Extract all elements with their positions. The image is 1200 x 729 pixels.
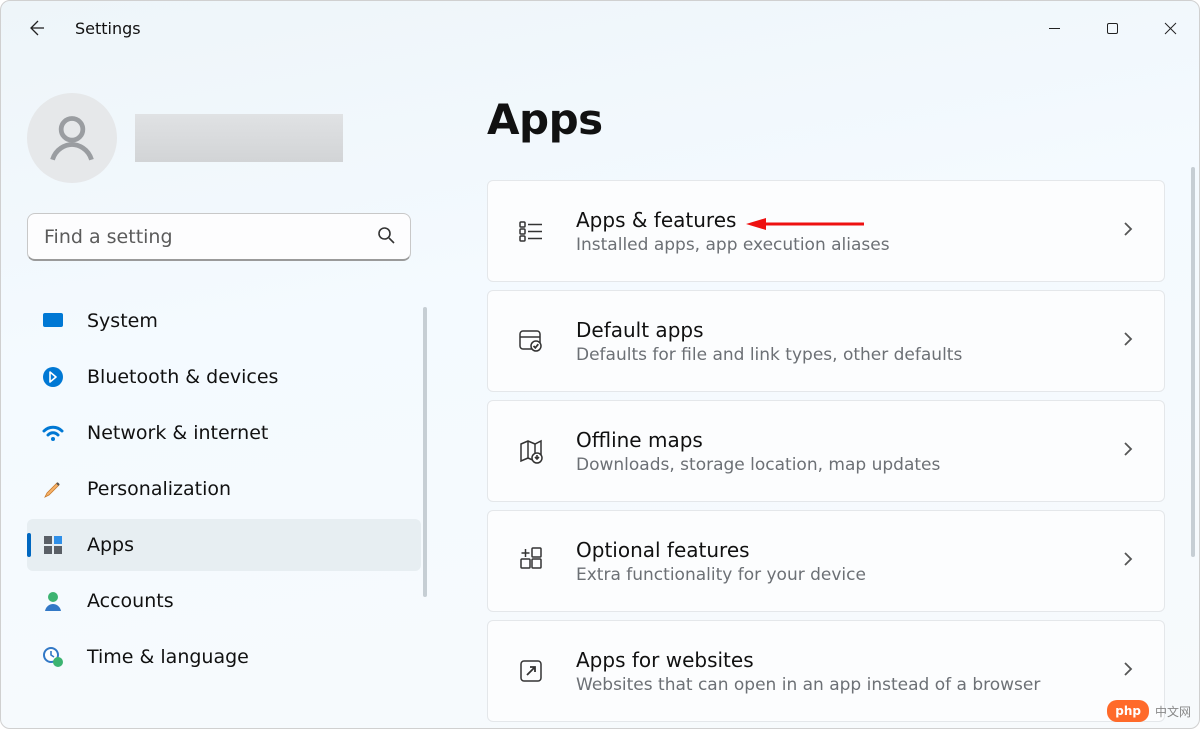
back-button[interactable] — [25, 17, 47, 39]
sidebar-item-label: System — [87, 310, 158, 332]
sidebar-item-label: Personalization — [87, 478, 231, 500]
sidebar-item-apps[interactable]: Apps — [27, 519, 421, 571]
bluetooth-icon — [41, 365, 65, 389]
sidebar-item-time-language[interactable]: Time & language — [27, 631, 421, 683]
sidebar-item-label: Network & internet — [87, 422, 268, 444]
sidebar-item-label: Accounts — [87, 590, 174, 612]
sidebar-nav: System Bluetooth & devices Network & int… — [27, 295, 421, 683]
sidebar-item-personalization[interactable]: Personalization — [27, 463, 421, 515]
card-title: Offline maps — [576, 428, 1090, 452]
sidebar-item-label: Bluetooth & devices — [87, 366, 278, 388]
system-icon — [41, 309, 65, 333]
optional-features-icon — [516, 546, 546, 576]
accounts-icon — [41, 589, 65, 613]
titlebar — [1, 1, 1199, 55]
main-scrollbar[interactable] — [1191, 167, 1195, 557]
card-default-apps[interactable]: Default apps Defaults for file and link … — [487, 290, 1165, 392]
maximize-button[interactable] — [1083, 8, 1141, 48]
card-title: Apps for websites — [576, 648, 1090, 672]
minimize-button[interactable] — [1025, 8, 1083, 48]
app-title: Settings — [75, 19, 141, 38]
card-body: Offline maps Downloads, storage location… — [576, 428, 1090, 475]
offline-maps-icon — [516, 436, 546, 466]
sidebar-item-accounts[interactable]: Accounts — [27, 575, 421, 627]
card-subtitle: Downloads, storage location, map updates — [576, 455, 1090, 475]
main-panel: Apps Apps & features Installed apps, app… — [431, 71, 1199, 728]
card-body: Apps for websites Websites that can open… — [576, 648, 1090, 695]
watermark-badge: php — [1107, 700, 1149, 722]
card-body: Apps & features Installed apps, app exec… — [576, 208, 1090, 255]
brush-icon — [41, 477, 65, 501]
card-subtitle: Websites that can open in an app instead… — [576, 675, 1090, 695]
profile-section[interactable] — [27, 93, 421, 183]
watermark: php 中文网 — [1107, 700, 1191, 722]
card-subtitle: Installed apps, app execution aliases — [576, 235, 1090, 255]
chevron-right-icon — [1120, 221, 1136, 241]
sidebar-item-label: Apps — [87, 534, 134, 556]
search-input[interactable] — [27, 213, 411, 261]
sidebar-item-label: Time & language — [87, 646, 249, 668]
card-title: Apps & features — [576, 208, 1090, 232]
card-apps-and-features[interactable]: Apps & features Installed apps, app exec… — [487, 180, 1165, 282]
account-name-redacted — [135, 114, 343, 162]
sidebar-item-bluetooth[interactable]: Bluetooth & devices — [27, 351, 421, 403]
settings-window: Settings System — [0, 0, 1200, 729]
card-offline-maps[interactable]: Offline maps Downloads, storage location… — [487, 400, 1165, 502]
chevron-right-icon — [1120, 661, 1136, 681]
sidebar-item-network[interactable]: Network & internet — [27, 407, 421, 459]
wifi-icon — [41, 421, 65, 445]
card-body: Default apps Defaults for file and link … — [576, 318, 1090, 365]
chevron-right-icon — [1120, 441, 1136, 461]
card-title: Default apps — [576, 318, 1090, 342]
sidebar-scrollbar[interactable] — [423, 307, 427, 597]
chevron-right-icon — [1120, 331, 1136, 351]
sidebar: System Bluetooth & devices Network & int… — [1, 71, 431, 728]
close-button[interactable] — [1141, 8, 1199, 48]
clock-globe-icon — [41, 645, 65, 669]
watermark-text: 中文网 — [1155, 703, 1191, 720]
search-wrap — [27, 213, 411, 261]
sidebar-item-system[interactable]: System — [27, 295, 421, 347]
card-title: Optional features — [576, 538, 1090, 562]
search-icon — [377, 226, 395, 248]
card-optional-features[interactable]: Optional features Extra functionality fo… — [487, 510, 1165, 612]
chevron-right-icon — [1120, 551, 1136, 571]
page-title: Apps — [487, 95, 1165, 144]
avatar — [27, 93, 117, 183]
card-apps-for-websites[interactable]: Apps for websites Websites that can open… — [487, 620, 1165, 722]
default-apps-icon — [516, 326, 546, 356]
apps-icon — [41, 533, 65, 557]
card-subtitle: Defaults for file and link types, other … — [576, 345, 1090, 365]
apps-websites-icon — [516, 656, 546, 686]
card-subtitle: Extra functionality for your device — [576, 565, 1090, 585]
content-body: System Bluetooth & devices Network & int… — [1, 1, 1199, 728]
header: Settings — [1, 1, 141, 55]
card-body: Optional features Extra functionality fo… — [576, 538, 1090, 585]
apps-features-icon — [516, 216, 546, 246]
settings-cards: Apps & features Installed apps, app exec… — [487, 180, 1165, 722]
